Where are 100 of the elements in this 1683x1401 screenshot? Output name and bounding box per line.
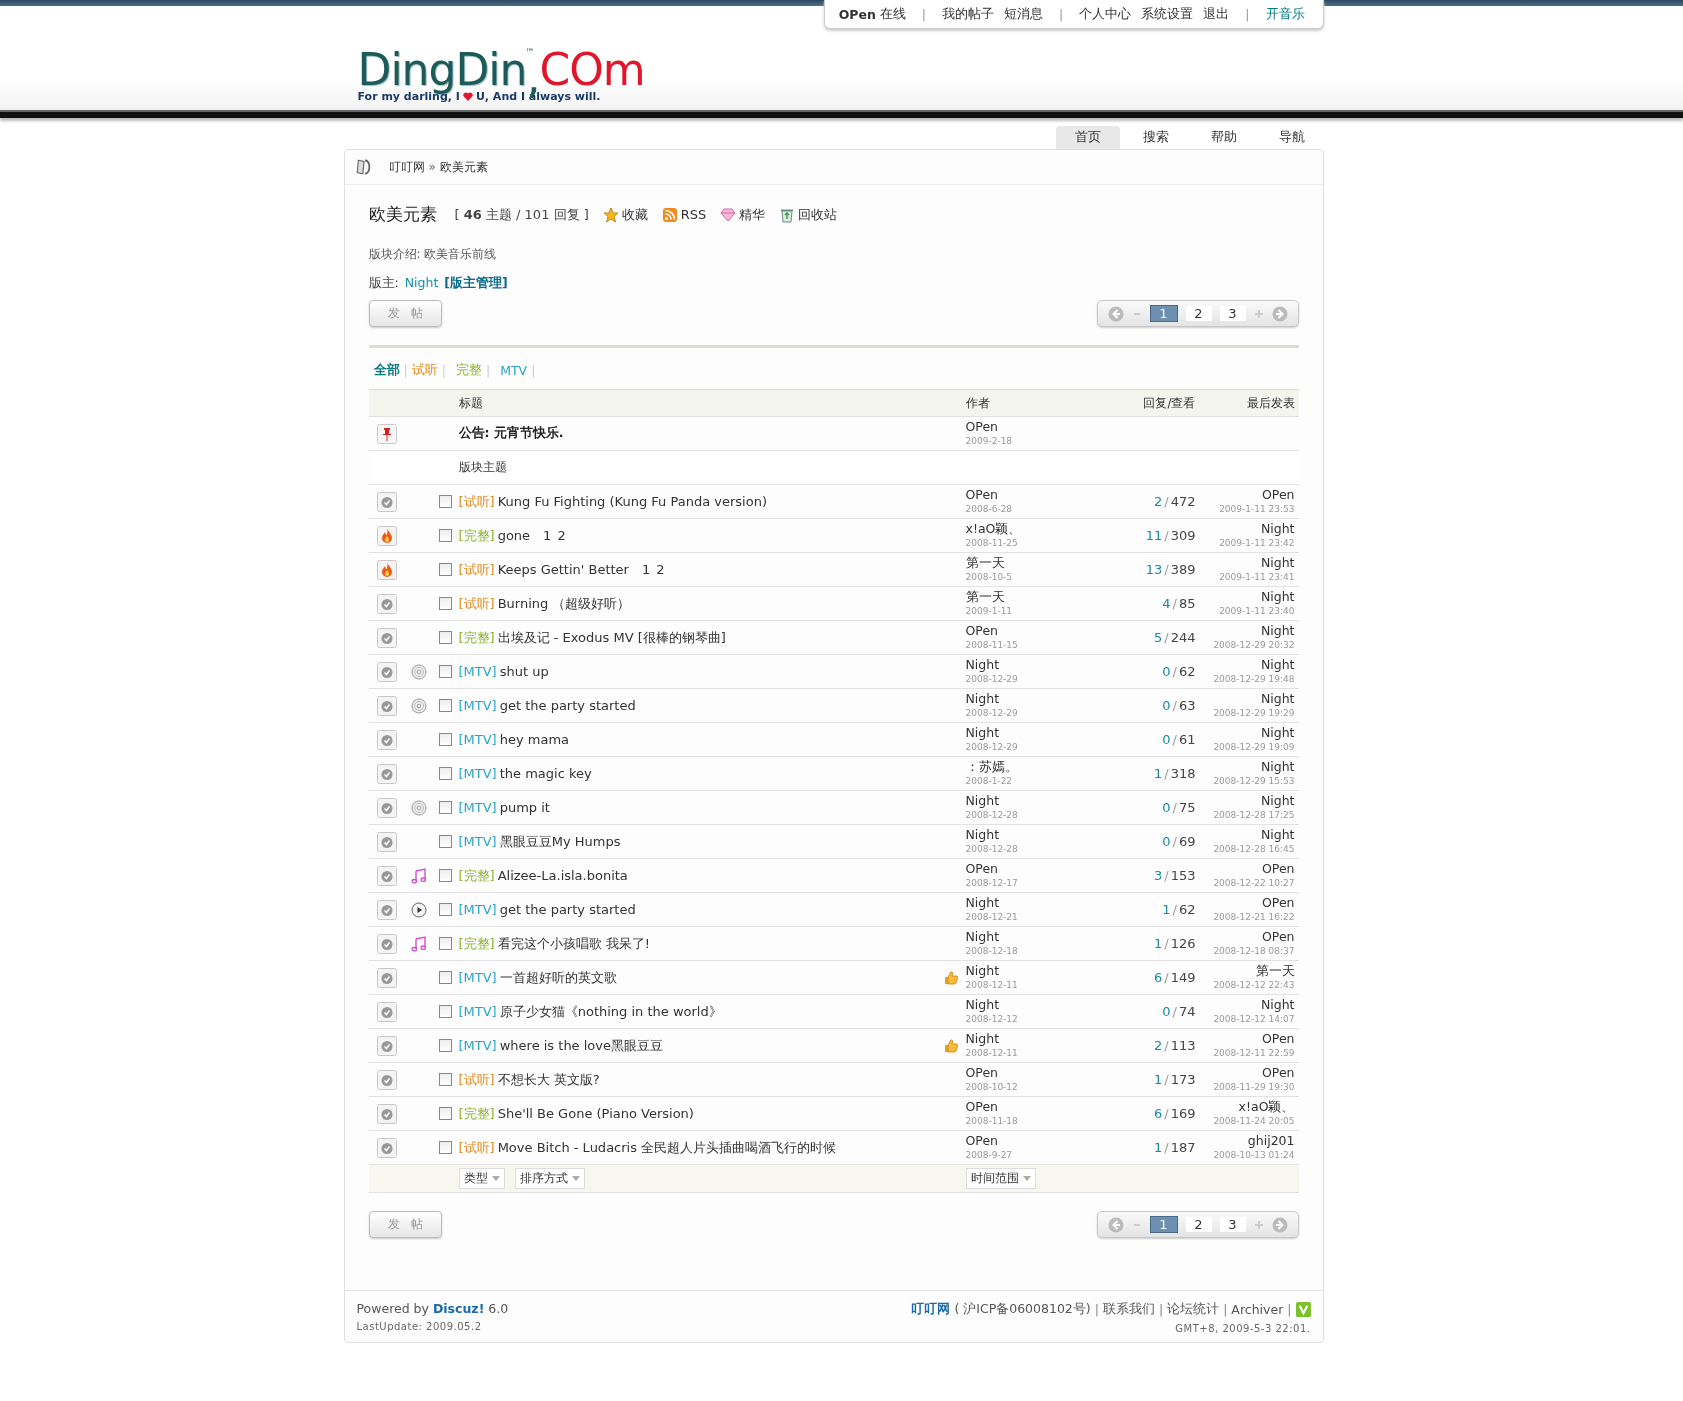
- topic-title-link[interactable]: Alizee-La.isla.bonita: [497, 868, 628, 883]
- topic-page-link[interactable]: 2: [656, 562, 665, 577]
- forum-action-link[interactable]: 回收站: [779, 205, 838, 224]
- topic-checkbox[interactable]: [439, 1141, 452, 1154]
- last-poster-name[interactable]: Night: [1260, 759, 1295, 774]
- user-menu-link[interactable]: 个人中心: [1079, 6, 1132, 23]
- topic-checkbox[interactable]: [439, 903, 452, 916]
- topic-checkbox[interactable]: [439, 1073, 452, 1086]
- topic-title-link[interactable]: 不想长大 英文版?: [497, 1070, 600, 1089]
- last-poster-name[interactable]: Night: [1260, 725, 1295, 740]
- topic-checkbox[interactable]: [439, 869, 452, 882]
- music-toggle-link[interactable]: 开音乐: [1265, 6, 1305, 23]
- software-link[interactable]: Discuz!: [432, 1301, 485, 1316]
- author-name[interactable]: OPen: [965, 1133, 1116, 1148]
- last-poster-name[interactable]: Night: [1260, 691, 1295, 706]
- next-page-icon[interactable]: [1271, 305, 1288, 322]
- last-poster-name[interactable]: ghij201: [1247, 1133, 1295, 1148]
- author-name[interactable]: x!aO颖、: [965, 521, 1116, 536]
- last-poster-name[interactable]: OPen: [1261, 1031, 1295, 1046]
- topic-checkbox[interactable]: [439, 699, 452, 712]
- topic-checkbox[interactable]: [439, 801, 452, 814]
- author-name[interactable]: 第一天: [965, 555, 1116, 570]
- last-poster-name[interactable]: Night: [1260, 997, 1295, 1012]
- author-name[interactable]: Night: [965, 997, 1116, 1012]
- nav-tab[interactable]: 帮助: [1191, 126, 1256, 149]
- last-poster-name[interactable]: 第一天: [1255, 963, 1295, 978]
- topic-title-link[interactable]: the magic key: [499, 766, 592, 781]
- breadcrumb-link[interactable]: 叮叮网: [388, 158, 425, 176]
- author-name[interactable]: Night: [965, 929, 1116, 944]
- topic-title-link[interactable]: 原子少女猫《nothing in the world》: [499, 1002, 722, 1021]
- topic-page-link[interactable]: 2: [557, 528, 566, 543]
- validation-badge-icon[interactable]: [1295, 1302, 1311, 1317]
- topic-checkbox[interactable]: [439, 767, 452, 780]
- moderator-admin-link[interactable]: [版主管理]: [444, 275, 508, 292]
- author-name[interactable]: OPen: [965, 419, 1116, 434]
- topic-checkbox[interactable]: [439, 631, 452, 644]
- topic-title-link[interactable]: Keeps Gettin' Better: [497, 562, 629, 577]
- last-poster-name[interactable]: Night: [1260, 555, 1295, 570]
- topic-title-link[interactable]: gone: [497, 528, 531, 543]
- topic-title-link[interactable]: shut up: [499, 664, 549, 679]
- author-name[interactable]: Night: [965, 657, 1116, 672]
- forum-action-link[interactable]: RSS: [661, 206, 707, 223]
- author-name[interactable]: OPen: [965, 1065, 1116, 1080]
- author-name[interactable]: Night: [965, 1031, 1116, 1046]
- topic-checkbox[interactable]: [439, 835, 452, 848]
- topic-title-link[interactable]: pump it: [499, 800, 550, 815]
- site-link[interactable]: 叮叮网: [911, 1301, 951, 1318]
- topic-title-link[interactable]: 看完这个小孩唱歌 我呆了!: [497, 934, 650, 953]
- last-poster-name[interactable]: OPen: [1261, 929, 1295, 944]
- topic-title-link[interactable]: get the party started: [499, 902, 636, 917]
- user-menu-link[interactable]: 系统设置: [1141, 6, 1194, 23]
- topic-title-link[interactable]: 黑眼豆豆My Humps: [499, 832, 621, 851]
- page-link[interactable]: 2: [1185, 1217, 1212, 1232]
- time-range-dropdown[interactable]: 时间范围: [965, 1168, 1036, 1189]
- topic-title-link[interactable]: She'll Be Gone (Piano Version): [497, 1106, 694, 1121]
- last-poster-name[interactable]: Night: [1260, 623, 1295, 638]
- topic-checkbox[interactable]: [439, 1039, 452, 1052]
- topic-checkbox[interactable]: [439, 1107, 452, 1120]
- user-menu-link[interactable]: 我的帖子: [942, 6, 995, 23]
- user-menu-link[interactable]: 退出: [1203, 6, 1230, 23]
- page-link[interactable]: 3: [1219, 306, 1246, 321]
- last-poster-name[interactable]: x!aO颖、: [1238, 1099, 1295, 1114]
- author-name[interactable]: OPen: [965, 861, 1116, 876]
- topic-checkbox[interactable]: [439, 971, 452, 984]
- topic-checkbox[interactable]: [439, 937, 452, 950]
- topic-title-link[interactable]: hey mama: [499, 732, 570, 747]
- moderator-link[interactable]: Night: [404, 275, 439, 292]
- topic-title-link[interactable]: Move Bitch - Ludacris 全民超人片头插曲喝酒飞行的时候: [497, 1138, 837, 1157]
- last-poster-name[interactable]: OPen: [1261, 861, 1295, 876]
- last-poster-name[interactable]: Night: [1260, 521, 1295, 536]
- footer-link[interactable]: 论坛统计: [1167, 1301, 1220, 1318]
- topic-checkbox[interactable]: [439, 529, 452, 542]
- next-page-icon[interactable]: [1271, 1216, 1288, 1233]
- topic-checkbox[interactable]: [439, 597, 452, 610]
- last-poster-name[interactable]: OPen: [1261, 1065, 1295, 1080]
- filter-dropdown[interactable]: 排序方式: [514, 1168, 585, 1189]
- nav-tab[interactable]: 搜索: [1123, 126, 1188, 149]
- nav-tab[interactable]: 首页: [1055, 126, 1120, 149]
- author-name[interactable]: Night: [965, 691, 1116, 706]
- topic-title-link[interactable]: get the party started: [499, 698, 636, 713]
- author-name[interactable]: Night: [965, 963, 1116, 978]
- last-poster-name[interactable]: OPen: [1261, 487, 1295, 502]
- announcement-title[interactable]: 公告: 元宵节快乐.: [458, 425, 936, 442]
- topic-title-link[interactable]: Kung Fu Fighting (Kung Fu Panda version): [497, 494, 767, 509]
- previous-page-icon[interactable]: [1107, 305, 1124, 322]
- author-name[interactable]: Night: [965, 895, 1116, 910]
- last-poster-name[interactable]: Night: [1260, 657, 1295, 672]
- topic-title-link[interactable]: 一首超好听的英文歌: [499, 968, 617, 987]
- page-link[interactable]: 2: [1185, 306, 1212, 321]
- topic-checkbox[interactable]: [439, 495, 452, 508]
- author-name[interactable]: OPen: [965, 1099, 1116, 1114]
- topic-checkbox[interactable]: [439, 563, 452, 576]
- author-name[interactable]: ：苏嫣。: [965, 759, 1116, 774]
- topic-checkbox[interactable]: [439, 733, 452, 746]
- topic-type-filter[interactable]: 全部: [373, 362, 400, 379]
- last-poster-name[interactable]: Night: [1260, 827, 1295, 842]
- last-poster-name[interactable]: OPen: [1261, 895, 1295, 910]
- username-link[interactable]: OPen: [838, 7, 876, 22]
- forum-action-link[interactable]: 精华: [720, 205, 766, 224]
- topic-title-link[interactable]: 出埃及记 - Exodus MV [很棒的钢琴曲]: [497, 628, 726, 647]
